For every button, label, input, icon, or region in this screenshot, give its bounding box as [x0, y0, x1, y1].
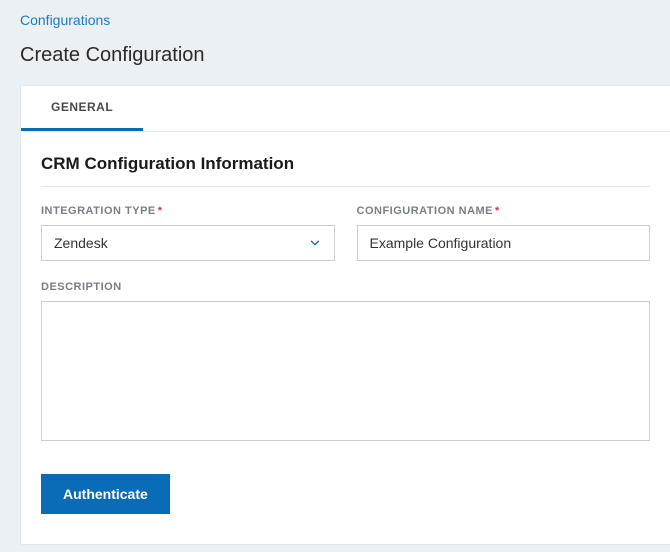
integration-type-select[interactable]: Zendesk — [41, 225, 335, 261]
integration-type-label: INTEGRATION TYPE* — [41, 205, 335, 217]
tab-general[interactable]: GENERAL — [21, 86, 143, 131]
integration-type-value: Zendesk — [54, 235, 108, 251]
description-textarea[interactable] — [41, 301, 650, 441]
section-title: CRM Configuration Information — [41, 154, 650, 187]
description-label: DESCRIPTION — [41, 281, 650, 293]
configuration-name-input[interactable] — [357, 225, 651, 261]
configuration-name-label: CONFIGURATION NAME* — [357, 205, 651, 217]
tabs: GENERAL — [21, 86, 670, 132]
chevron-down-icon — [308, 236, 322, 250]
breadcrumb-configurations[interactable]: Configurations — [20, 12, 110, 28]
page-title: Create Configuration — [20, 44, 650, 67]
authenticate-button[interactable]: Authenticate — [41, 474, 170, 514]
config-panel: GENERAL CRM Configuration Information IN… — [20, 85, 670, 545]
